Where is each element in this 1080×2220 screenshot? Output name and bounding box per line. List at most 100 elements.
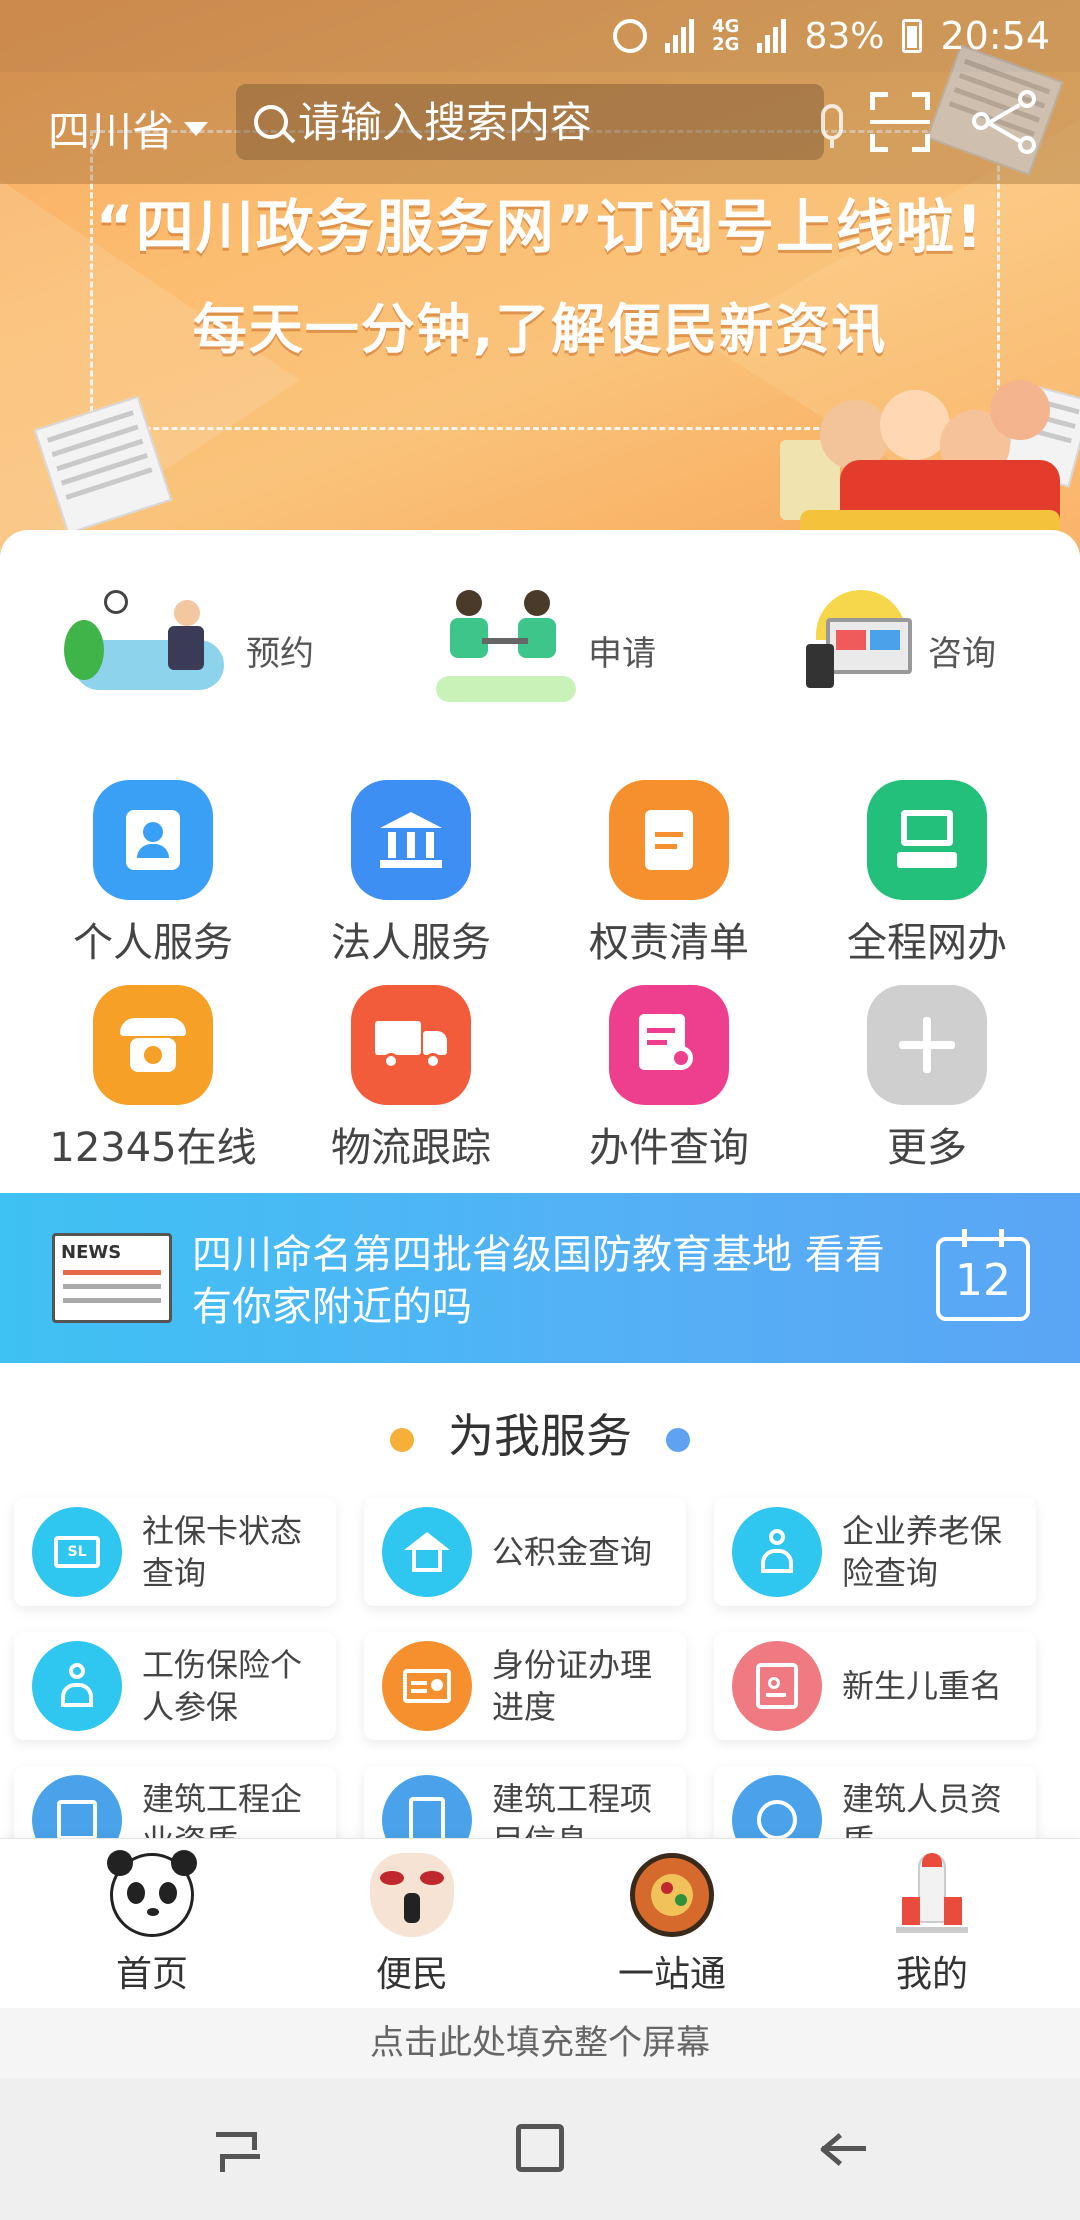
caret-down-icon <box>184 121 209 136</box>
signal-icon <box>665 19 695 53</box>
scan-icon[interactable] <box>870 92 930 152</box>
newspaper-icon: NEWS <box>52 1233 172 1323</box>
grid-item-label: 个人服务 <box>73 920 233 966</box>
quick-entry-label: 咨询 <box>928 633 996 674</box>
section-title-text: 为我服务 <box>448 1409 632 1463</box>
name-search-icon <box>732 1641 822 1731</box>
recent-apps-icon[interactable] <box>214 2124 264 2174</box>
battery-icon <box>902 19 923 53</box>
grid-item-personal-service[interactable]: 个人服务 <box>24 780 282 968</box>
grid-item-label: 全程网办 <box>847 920 1007 966</box>
quick-entry-apply[interactable]: 申请 <box>436 590 656 710</box>
service-label: 新生儿重名 <box>842 1667 1003 1705</box>
computer-icon <box>867 780 987 900</box>
grid-item-label: 12345在线 <box>49 1125 257 1171</box>
service-social-security-card[interactable]: SL 社保卡状态查询 <box>14 1498 336 1606</box>
signal-icon <box>757 19 787 53</box>
service-newborn-name[interactable]: 新生儿重名 <box>714 1632 1036 1740</box>
alarm-icon <box>613 19 648 53</box>
grid-item-label: 办件查询 <box>589 1125 749 1171</box>
quote-icon <box>390 1427 414 1452</box>
house-icon <box>382 1507 472 1597</box>
injured-person-icon <box>32 1641 122 1731</box>
share-icon[interactable] <box>972 90 1036 154</box>
service-housing-fund[interactable]: 公积金查询 <box>364 1498 686 1606</box>
banner-subline: 每天一分钟,了解便民新资讯 <box>192 298 888 361</box>
nav-label: 我的 <box>895 1954 968 1995</box>
status-bar: 4G 2G 83% 20:54 <box>0 0 1080 72</box>
telephone-icon <box>93 985 213 1105</box>
computer-screens-icon <box>806 590 916 710</box>
service-label: 身份证办理进度 <box>492 1646 653 1726</box>
truck-icon <box>351 985 471 1105</box>
quick-entry-label: 预约 <box>246 633 314 674</box>
plus-icon <box>867 985 987 1105</box>
quick-entry-consult[interactable]: 咨询 <box>806 590 996 710</box>
opera-mask-icon <box>370 1853 454 1937</box>
rocket-icon <box>890 1853 974 1937</box>
grid-item-online-processing[interactable]: 全程网办 <box>798 780 1056 968</box>
sl-card-icon: SL <box>32 1507 122 1597</box>
reception-desk-icon <box>64 590 234 710</box>
bottom-nav: 首页 便民 一站通 我的 <box>0 1838 1080 2008</box>
home-square-icon[interactable] <box>516 2124 566 2174</box>
grid-item-label: 法人服务 <box>331 920 491 966</box>
banner-headline: “四川政务服务网”订阅号上线啦! <box>95 193 985 261</box>
banner[interactable]: “四川政务服务网”订阅号上线啦! 每天一分钟,了解便民新资讯 4G 2G 83% … <box>0 0 1080 560</box>
bank-building-icon <box>351 780 471 900</box>
elderly-icon <box>732 1507 822 1597</box>
service-label: 工伤保险个人参保 <box>142 1646 303 1726</box>
service-id-card-progress[interactable]: 身份证办理进度 <box>364 1632 686 1740</box>
search-icon <box>254 105 288 139</box>
calendar-icon: 12 <box>936 1229 1030 1321</box>
nav-item-mine[interactable]: 我的 <box>797 1839 1067 2009</box>
grid-item-12345-online[interactable]: 12345在线 <box>24 985 282 1173</box>
cartoon-crowd-icon <box>780 380 1080 540</box>
meeting-icon <box>436 590 576 710</box>
grid-item-case-query[interactable]: 办件查询 <box>540 985 798 1173</box>
grid-item-label: 权责清单 <box>589 920 749 966</box>
grid-item-label: 物流跟踪 <box>331 1125 491 1171</box>
nav-label: 首页 <box>115 1954 188 1995</box>
region-label: 四川省 <box>48 107 175 156</box>
battery-percent: 83% <box>804 15 885 57</box>
quote-icon <box>666 1427 690 1452</box>
quick-entry-label: 申请 <box>588 633 656 674</box>
news-headline[interactable]: 四川命名第四批省级国防教育基地 看看有你家附近的吗 <box>192 1229 912 1333</box>
system-nav-bar <box>0 2078 1080 2220</box>
search-input[interactable] <box>288 87 821 157</box>
grid-item-label: 更多 <box>887 1125 967 1171</box>
clock: 20:54 <box>940 14 1050 58</box>
service-work-injury-insurance[interactable]: 工伤保险个人参保 <box>14 1632 336 1740</box>
network-type: 4G 2G <box>712 16 740 55</box>
grid-item-more[interactable]: 更多 <box>798 985 1056 1173</box>
back-arrow-icon[interactable] <box>818 2124 868 2174</box>
nav-item-convenience[interactable]: 便民 <box>277 1839 547 2009</box>
news-badge: NEWS <box>61 1242 122 1263</box>
news-ticker[interactable]: NEWS 四川命名第四批省级国防教育基地 看看有你家附近的吗 12 <box>0 1193 1080 1363</box>
nav-label: 便民 <box>375 1954 448 1995</box>
microphone-icon[interactable] <box>821 104 843 148</box>
grid-item-legal-person-service[interactable]: 法人服务 <box>282 780 540 968</box>
id-card-icon <box>382 1641 472 1731</box>
search-box[interactable] <box>236 84 843 160</box>
nav-item-home[interactable]: 首页 <box>17 1839 287 2009</box>
pizza-plate-icon <box>630 1853 714 1937</box>
nav-item-one-stop[interactable]: 一站通 <box>537 1839 807 2009</box>
grid-item-power-list[interactable]: 权责清单 <box>540 780 798 968</box>
doc-search-icon <box>609 985 729 1105</box>
grid-item-logistics-tracking[interactable]: 物流跟踪 <box>282 985 540 1173</box>
person-card-icon <box>93 780 213 900</box>
top-bar: 四川省 <box>0 72 1080 184</box>
quick-entry-appointment[interactable]: 预约 <box>64 590 314 710</box>
service-label: 公积金查询 <box>492 1533 653 1571</box>
service-pension-insurance[interactable]: 企业养老保险查询 <box>714 1498 1036 1606</box>
fill-screen-prompt[interactable]: 点击此处填充整个屏幕 <box>0 2008 1080 2078</box>
service-label: 社保卡状态查询 <box>142 1512 303 1592</box>
nav-label: 一站通 <box>617 1954 726 1995</box>
panda-icon <box>107 1850 197 1937</box>
service-label: 企业养老保险查询 <box>842 1512 1003 1592</box>
region-selector[interactable]: 四川省 <box>48 98 209 159</box>
document-icon <box>609 780 729 900</box>
section-title: 为我服务 <box>0 1400 1080 1466</box>
